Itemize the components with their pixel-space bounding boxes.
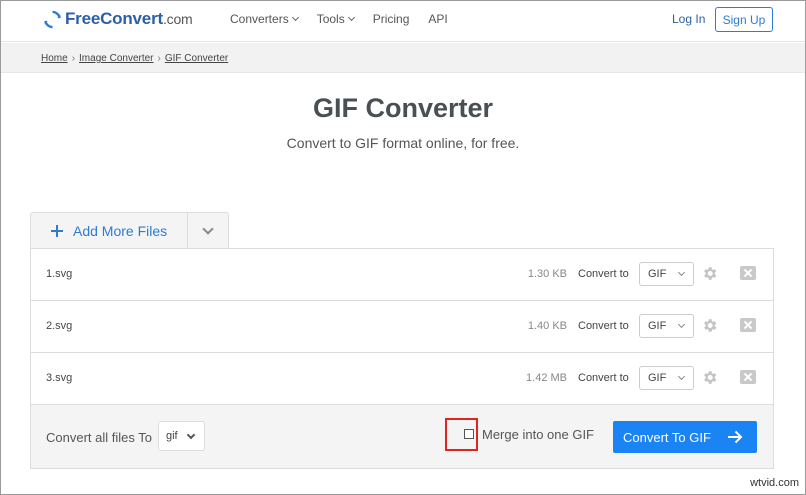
gear-icon[interactable] bbox=[701, 369, 718, 386]
chevron-down-icon bbox=[291, 13, 299, 22]
merge-label: Merge into one GIF bbox=[482, 427, 594, 442]
convert-to-label: Convert to bbox=[578, 372, 629, 384]
breadcrumb-separator: › bbox=[71, 53, 76, 64]
file-name: 1.svg bbox=[46, 268, 73, 280]
breadcrumb: Home › Image Converter › GIF Converter bbox=[41, 53, 228, 64]
file-row: 1.svg 1.30 KB Convert to GIF bbox=[31, 249, 773, 301]
convert-to-label: Convert to bbox=[578, 268, 629, 280]
file-name: 3.svg bbox=[46, 372, 73, 384]
add-more-files-button[interactable]: Add More Files bbox=[31, 213, 187, 249]
breadcrumb-home[interactable]: Home bbox=[41, 53, 68, 64]
convert-all-format-select[interactable]: gif bbox=[158, 421, 205, 451]
nav-api[interactable]: API bbox=[428, 12, 447, 26]
convert-to-gif-button[interactable]: Convert To GIF bbox=[613, 421, 757, 453]
page-subtitle: Convert to GIF format online, for free. bbox=[286, 135, 520, 151]
file-row: 2.svg 1.40 KB Convert to GIF bbox=[31, 301, 773, 353]
chevron-down-icon bbox=[347, 13, 355, 22]
breadcrumb-bar: Home › Image Converter › GIF Converter bbox=[1, 43, 805, 73]
login-link[interactable]: Log In bbox=[672, 12, 705, 26]
breadcrumb-image-converter[interactable]: Image Converter bbox=[79, 53, 153, 64]
remove-file-button[interactable] bbox=[740, 266, 756, 280]
breadcrumb-gif-converter[interactable]: GIF Converter bbox=[165, 53, 228, 64]
nav-converters[interactable]: Converters bbox=[230, 12, 299, 26]
file-size: 1.40 KB bbox=[527, 320, 567, 332]
file-row: 3.svg 1.42 MB Convert to GIF bbox=[31, 353, 773, 405]
signup-button[interactable]: Sign Up bbox=[715, 7, 773, 32]
file-size: 1.42 MB bbox=[526, 372, 567, 384]
arrow-right-icon bbox=[728, 430, 743, 444]
format-select[interactable]: GIF bbox=[639, 262, 694, 286]
logo[interactable]: FreeConvert.com bbox=[43, 8, 193, 30]
refresh-logo-icon bbox=[44, 10, 61, 28]
convert-options-bar: Convert all files To gif Merge into one … bbox=[31, 406, 773, 468]
main-nav: Converters Tools Pricing API bbox=[230, 12, 467, 26]
page-title: GIF Converter bbox=[312, 93, 494, 123]
remove-file-button[interactable] bbox=[740, 370, 756, 384]
file-name: 2.svg bbox=[46, 320, 73, 332]
convert-all-label: Convert all files To bbox=[46, 430, 152, 445]
convert-to-label: Convert to bbox=[578, 320, 629, 332]
chevron-down-icon bbox=[677, 320, 686, 329]
add-files-tab: Add More Files bbox=[30, 212, 229, 249]
chevron-down-icon bbox=[186, 430, 196, 440]
file-list: 1.svg 1.30 KB Convert to GIF 2.svg 1.40 … bbox=[30, 248, 774, 469]
top-navbar: FreeConvert.com Converters Tools Pricing… bbox=[1, 1, 805, 42]
chevron-down-icon bbox=[677, 372, 686, 381]
add-files-dropdown-button[interactable] bbox=[187, 213, 228, 249]
add-more-files-label: Add More Files bbox=[73, 223, 168, 239]
nav-pricing[interactable]: Pricing bbox=[373, 12, 410, 26]
watermark: wtvid.com bbox=[750, 477, 799, 489]
merge-checkbox[interactable] bbox=[464, 429, 474, 439]
breadcrumb-separator: › bbox=[157, 53, 161, 64]
chevron-down-icon bbox=[677, 268, 686, 277]
plus-icon bbox=[51, 225, 63, 237]
remove-file-button[interactable] bbox=[740, 318, 756, 332]
gear-icon[interactable] bbox=[701, 265, 718, 282]
file-size: 1.30 KB bbox=[527, 268, 567, 280]
chevron-down-icon bbox=[202, 223, 214, 235]
format-select[interactable]: GIF bbox=[639, 314, 694, 338]
format-select[interactable]: GIF bbox=[639, 366, 694, 390]
nav-tools[interactable]: Tools bbox=[317, 12, 355, 26]
logo-text: FreeConvert.com bbox=[65, 9, 193, 28]
gear-icon[interactable] bbox=[701, 317, 718, 334]
